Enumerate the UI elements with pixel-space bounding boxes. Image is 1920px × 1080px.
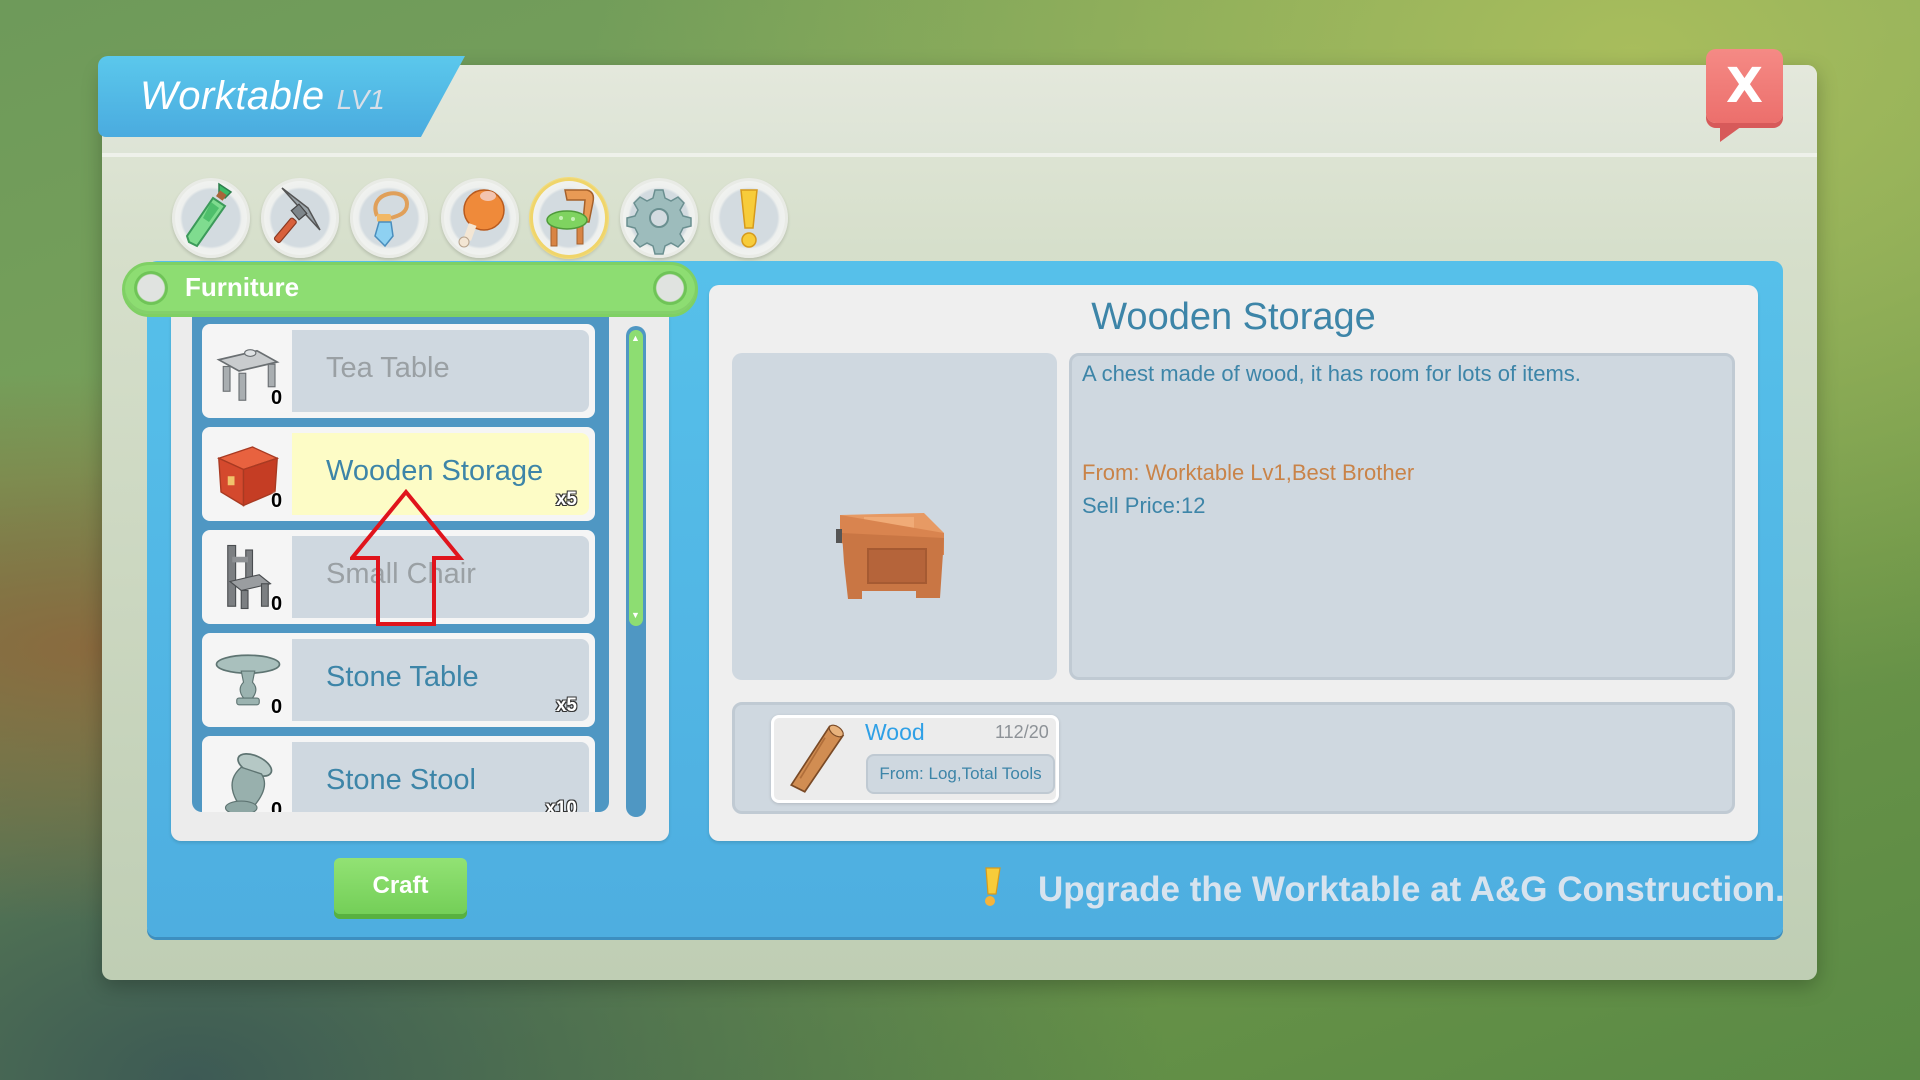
item-preview [732, 353, 1057, 680]
item-source: From: Worktable Lv1,Best Brother [1082, 460, 1415, 485]
recipe-row-stone-table[interactable]: 0 Stone Table x5 [202, 633, 595, 727]
recipe-name: Small Chair [326, 558, 476, 590]
craft-multiplier: x5 [555, 695, 577, 716]
material-name: Wood [865, 719, 925, 745]
gear-icon [626, 189, 692, 255]
exclamation-icon [740, 189, 758, 248]
wooden-chest-model-icon [836, 513, 944, 599]
tab-parts[interactable] [620, 178, 698, 258]
craft-multiplier: x5 [555, 489, 577, 510]
sword-icon [185, 182, 233, 248]
scroll-up-arrow-icon[interactable]: ▲ [631, 334, 640, 343]
lightbulb-icon [985, 867, 1001, 906]
close-icon: X [1725, 58, 1763, 114]
window-level-text: LV1 [336, 84, 385, 115]
recipe-name: Stone Stool [326, 764, 476, 796]
material-count: 112/20 [995, 722, 1049, 742]
item-sell-price: Sell Price:12 [1082, 493, 1206, 518]
meat-icon [458, 189, 505, 248]
owned-count: 0 [271, 696, 283, 718]
scroll-down-arrow-icon[interactable]: ▼ [631, 611, 640, 620]
owned-count: 0 [271, 593, 283, 615]
upgrade-hint: Upgrade the Worktable at A&G Constructio… [1038, 870, 1785, 909]
window-title-text: Worktable [140, 74, 325, 118]
recipe-name: Stone Table [326, 661, 479, 693]
recipe-scrollbar-thumb[interactable] [629, 330, 643, 626]
recipe-name: Tea Table [326, 352, 450, 384]
tab-weapons[interactable] [172, 178, 250, 258]
tab-furniture[interactable] [530, 178, 608, 258]
tab-food[interactable] [441, 178, 519, 258]
recipe-list: 0 Tea Table 0 Wooden Storage x5 0 Small … [192, 316, 609, 812]
recipe-row-tea-table[interactable]: 0 Tea Table [202, 324, 595, 418]
header-knob-right [653, 271, 687, 305]
craft-multiplier: x10 [545, 798, 577, 812]
header-knob-left [134, 271, 168, 305]
recipe-name: Wooden Storage [326, 455, 544, 487]
recipe-row-stone-stool[interactable]: 0 Stone Stool x10 [202, 736, 595, 812]
tab-special[interactable] [710, 178, 788, 258]
tab-accessories[interactable] [350, 178, 428, 258]
wood-log-icon [790, 724, 845, 793]
category-title: Furniture [185, 272, 300, 302]
chair-icon [546, 189, 595, 247]
pickaxe-icon [273, 187, 321, 244]
window-title: Worktable LV1 [140, 74, 385, 124]
amulet-icon [373, 191, 410, 248]
item-title: Wooden Storage [1091, 296, 1376, 338]
recipe-row-small-chair[interactable]: 0 Small Chair [202, 530, 595, 624]
tab-tools[interactable] [261, 178, 339, 258]
owned-count: 0 [271, 387, 283, 409]
item-description: A chest made of wood, it has room for lo… [1082, 361, 1581, 386]
owned-count: 0 [271, 490, 283, 512]
owned-count: 0 [271, 799, 283, 812]
material-source: From: Log,Total Tools [866, 754, 1055, 794]
recipe-row-wooden-storage[interactable]: 0 Wooden Storage x5 [202, 427, 595, 521]
close-button[interactable]: X [1706, 49, 1783, 123]
craft-button[interactable]: Craft [334, 858, 467, 914]
